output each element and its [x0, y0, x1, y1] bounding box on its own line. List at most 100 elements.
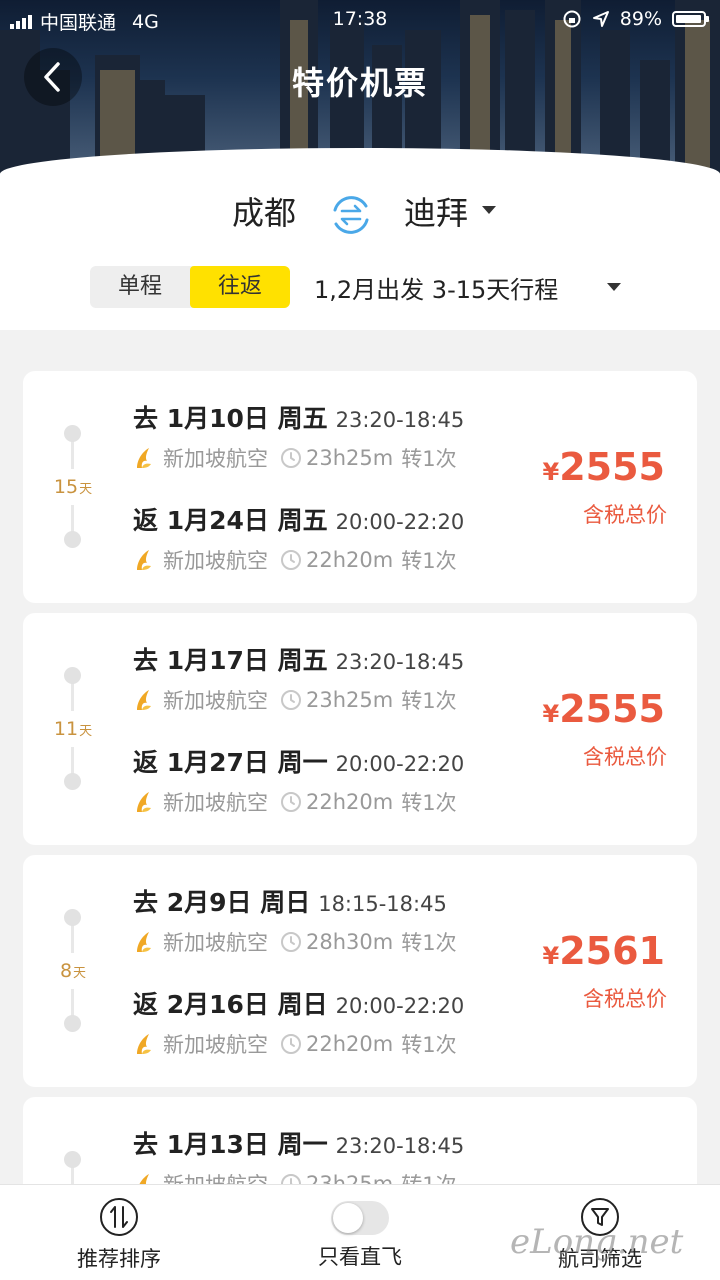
trip-type-toggle: 单程 往返	[90, 266, 290, 308]
return-leg: 返 1月27日 周一 20:00-22:20 新加坡航空 22h20m 转1次	[133, 743, 553, 843]
airline-logo-icon	[137, 448, 151, 468]
price: ¥2555	[543, 687, 665, 731]
flight-card[interactable]: 8天 去 2月9日 周日 18:15-18:45 新加坡航空 28h30m 转1次…	[23, 855, 697, 1087]
clock-icon	[281, 550, 301, 570]
airline-name: 新加坡航空	[163, 1033, 268, 1057]
airline-logo-icon	[137, 932, 151, 952]
destination-city[interactable]: 迪拜	[404, 188, 468, 234]
timeline-dot	[64, 667, 81, 684]
leg-date: 去 1月10日 周五	[133, 404, 328, 433]
flight-duration: 28h30m	[306, 930, 394, 954]
flight-card[interactable]: 15天 去 1月10日 周五 23:20-18:45 新加坡航空 23h25m 转…	[23, 371, 697, 603]
price-note: 含税总价	[583, 987, 667, 1011]
battery-percent: 89%	[619, 8, 662, 30]
trip-days-unit: 天	[73, 966, 87, 981]
currency-symbol: ¥	[542, 700, 560, 728]
stops: 转1次	[401, 447, 457, 471]
trip-days-badge: 11天	[51, 711, 95, 747]
stops: 转1次	[401, 689, 457, 713]
outbound-leg: 去 2月9日 周日 18:15-18:45 新加坡航空 28h30m 转1次	[133, 883, 553, 983]
trip-days-badge: 8天	[51, 953, 95, 989]
clock-icon	[281, 932, 301, 952]
airline-logo-icon	[137, 1034, 151, 1054]
clock-icon	[281, 690, 301, 710]
clock-icon	[281, 448, 301, 468]
route-selector: 成都 迪拜	[0, 188, 720, 248]
caret-down-icon[interactable]	[607, 283, 621, 291]
clock-icon	[281, 792, 301, 812]
stops: 转1次	[401, 1033, 457, 1057]
trip-days-unit: 天	[79, 724, 93, 739]
price-note: 含税总价	[583, 745, 667, 769]
flight-duration: 22h20m	[306, 548, 394, 572]
price-note: 含税总价	[583, 503, 667, 527]
stops: 转1次	[401, 549, 457, 573]
trip-days: 15	[53, 476, 79, 498]
airline-logo-icon	[137, 550, 151, 570]
lock-rotation-icon	[563, 10, 581, 28]
flight-duration: 22h20m	[306, 790, 394, 814]
leg-date: 去 1月13日 周一	[133, 1130, 328, 1159]
leg-time: 20:00-22:20	[335, 510, 465, 534]
timeline-dot	[64, 1151, 81, 1168]
stops: 转1次	[401, 931, 457, 955]
stops: 转1次	[401, 791, 457, 815]
clock-icon	[281, 1034, 301, 1054]
flight-card[interactable]: 11天 去 1月17日 周五 23:20-18:45 新加坡航空 23h25m 转…	[23, 613, 697, 845]
direct-only-label: 只看直飞	[318, 1245, 402, 1269]
leg-time: 18:15-18:45	[318, 892, 447, 916]
timeline-dot	[64, 531, 81, 548]
outbound-leg: 去 1月10日 周五 23:20-18:45 新加坡航空 23h25m 转1次	[133, 399, 553, 499]
airline-logo-icon	[137, 792, 151, 812]
timeline-dot	[64, 1015, 81, 1032]
trip-days: 11	[53, 718, 79, 740]
leg-time: 23:20-18:45	[335, 650, 465, 674]
airline-name: 新加坡航空	[163, 931, 268, 955]
timeline-dot	[64, 909, 81, 926]
flight-duration: 23h25m	[306, 446, 394, 470]
airline-name: 新加坡航空	[163, 447, 268, 471]
sort-label: 推荐排序	[77, 1247, 161, 1271]
leg-date: 去 1月17日 周五	[133, 646, 328, 675]
leg-date: 返 2月16日 周日	[133, 990, 328, 1019]
price: ¥2561	[543, 929, 665, 973]
leg-date: 去 2月9日 周日	[133, 888, 311, 917]
toggle-switch[interactable]	[331, 1201, 389, 1235]
location-arrow-icon	[592, 11, 609, 27]
battery-icon	[672, 11, 709, 27]
airline-name: 新加坡航空	[163, 689, 268, 713]
flight-duration: 23h25m	[306, 688, 394, 712]
leg-time: 23:20-18:45	[335, 1134, 465, 1158]
leg-time: 20:00-22:20	[335, 994, 465, 1018]
leg-time: 20:00-22:20	[335, 752, 465, 776]
airline-name: 新加坡航空	[163, 791, 268, 815]
origin-city[interactable]: 成都	[170, 188, 296, 234]
caret-down-icon[interactable]	[482, 206, 496, 214]
page-title: 特价机票	[291, 64, 428, 102]
price-amount: 2555	[559, 445, 665, 489]
swap-icon[interactable]	[326, 190, 376, 240]
return-leg: 返 1月24日 周五 20:00-22:20 新加坡航空 22h20m 转1次	[133, 501, 553, 601]
currency-symbol: ¥	[542, 458, 560, 486]
direct-only-toggle[interactable]: 只看直飞	[260, 1197, 460, 1271]
sort-icon	[100, 1198, 138, 1236]
date-range-filter[interactable]: 1,2月出发 3-15天行程	[314, 270, 558, 305]
price-amount: 2561	[559, 929, 665, 973]
trip-days-unit: 天	[79, 482, 93, 497]
timeline-dot	[64, 773, 81, 790]
flight-duration: 22h20m	[306, 1032, 394, 1056]
leg-date: 返 1月24日 周五	[133, 506, 328, 535]
watermark-text: eLong.net	[510, 1222, 684, 1262]
one-way-tab[interactable]: 单程	[90, 266, 190, 308]
sort-button[interactable]: 推荐排序	[19, 1197, 219, 1273]
return-leg: 返 2月16日 周日 20:00-22:20 新加坡航空 22h20m 转1次	[133, 985, 553, 1085]
search-panel: 成都 迪拜 单程 往返 1,2月出发 3-15天行程	[0, 148, 720, 330]
status-bar: 中国联通 4G 17:38 89%	[0, 0, 720, 40]
trip-days-badge: 15天	[51, 469, 95, 505]
airline-logo-icon	[137, 690, 151, 710]
trip-days: 8	[59, 960, 73, 982]
airline-name: 新加坡航空	[163, 549, 268, 573]
price-amount: 2555	[559, 687, 665, 731]
timeline-dot	[64, 425, 81, 442]
round-trip-tab[interactable]: 往返	[190, 266, 290, 308]
